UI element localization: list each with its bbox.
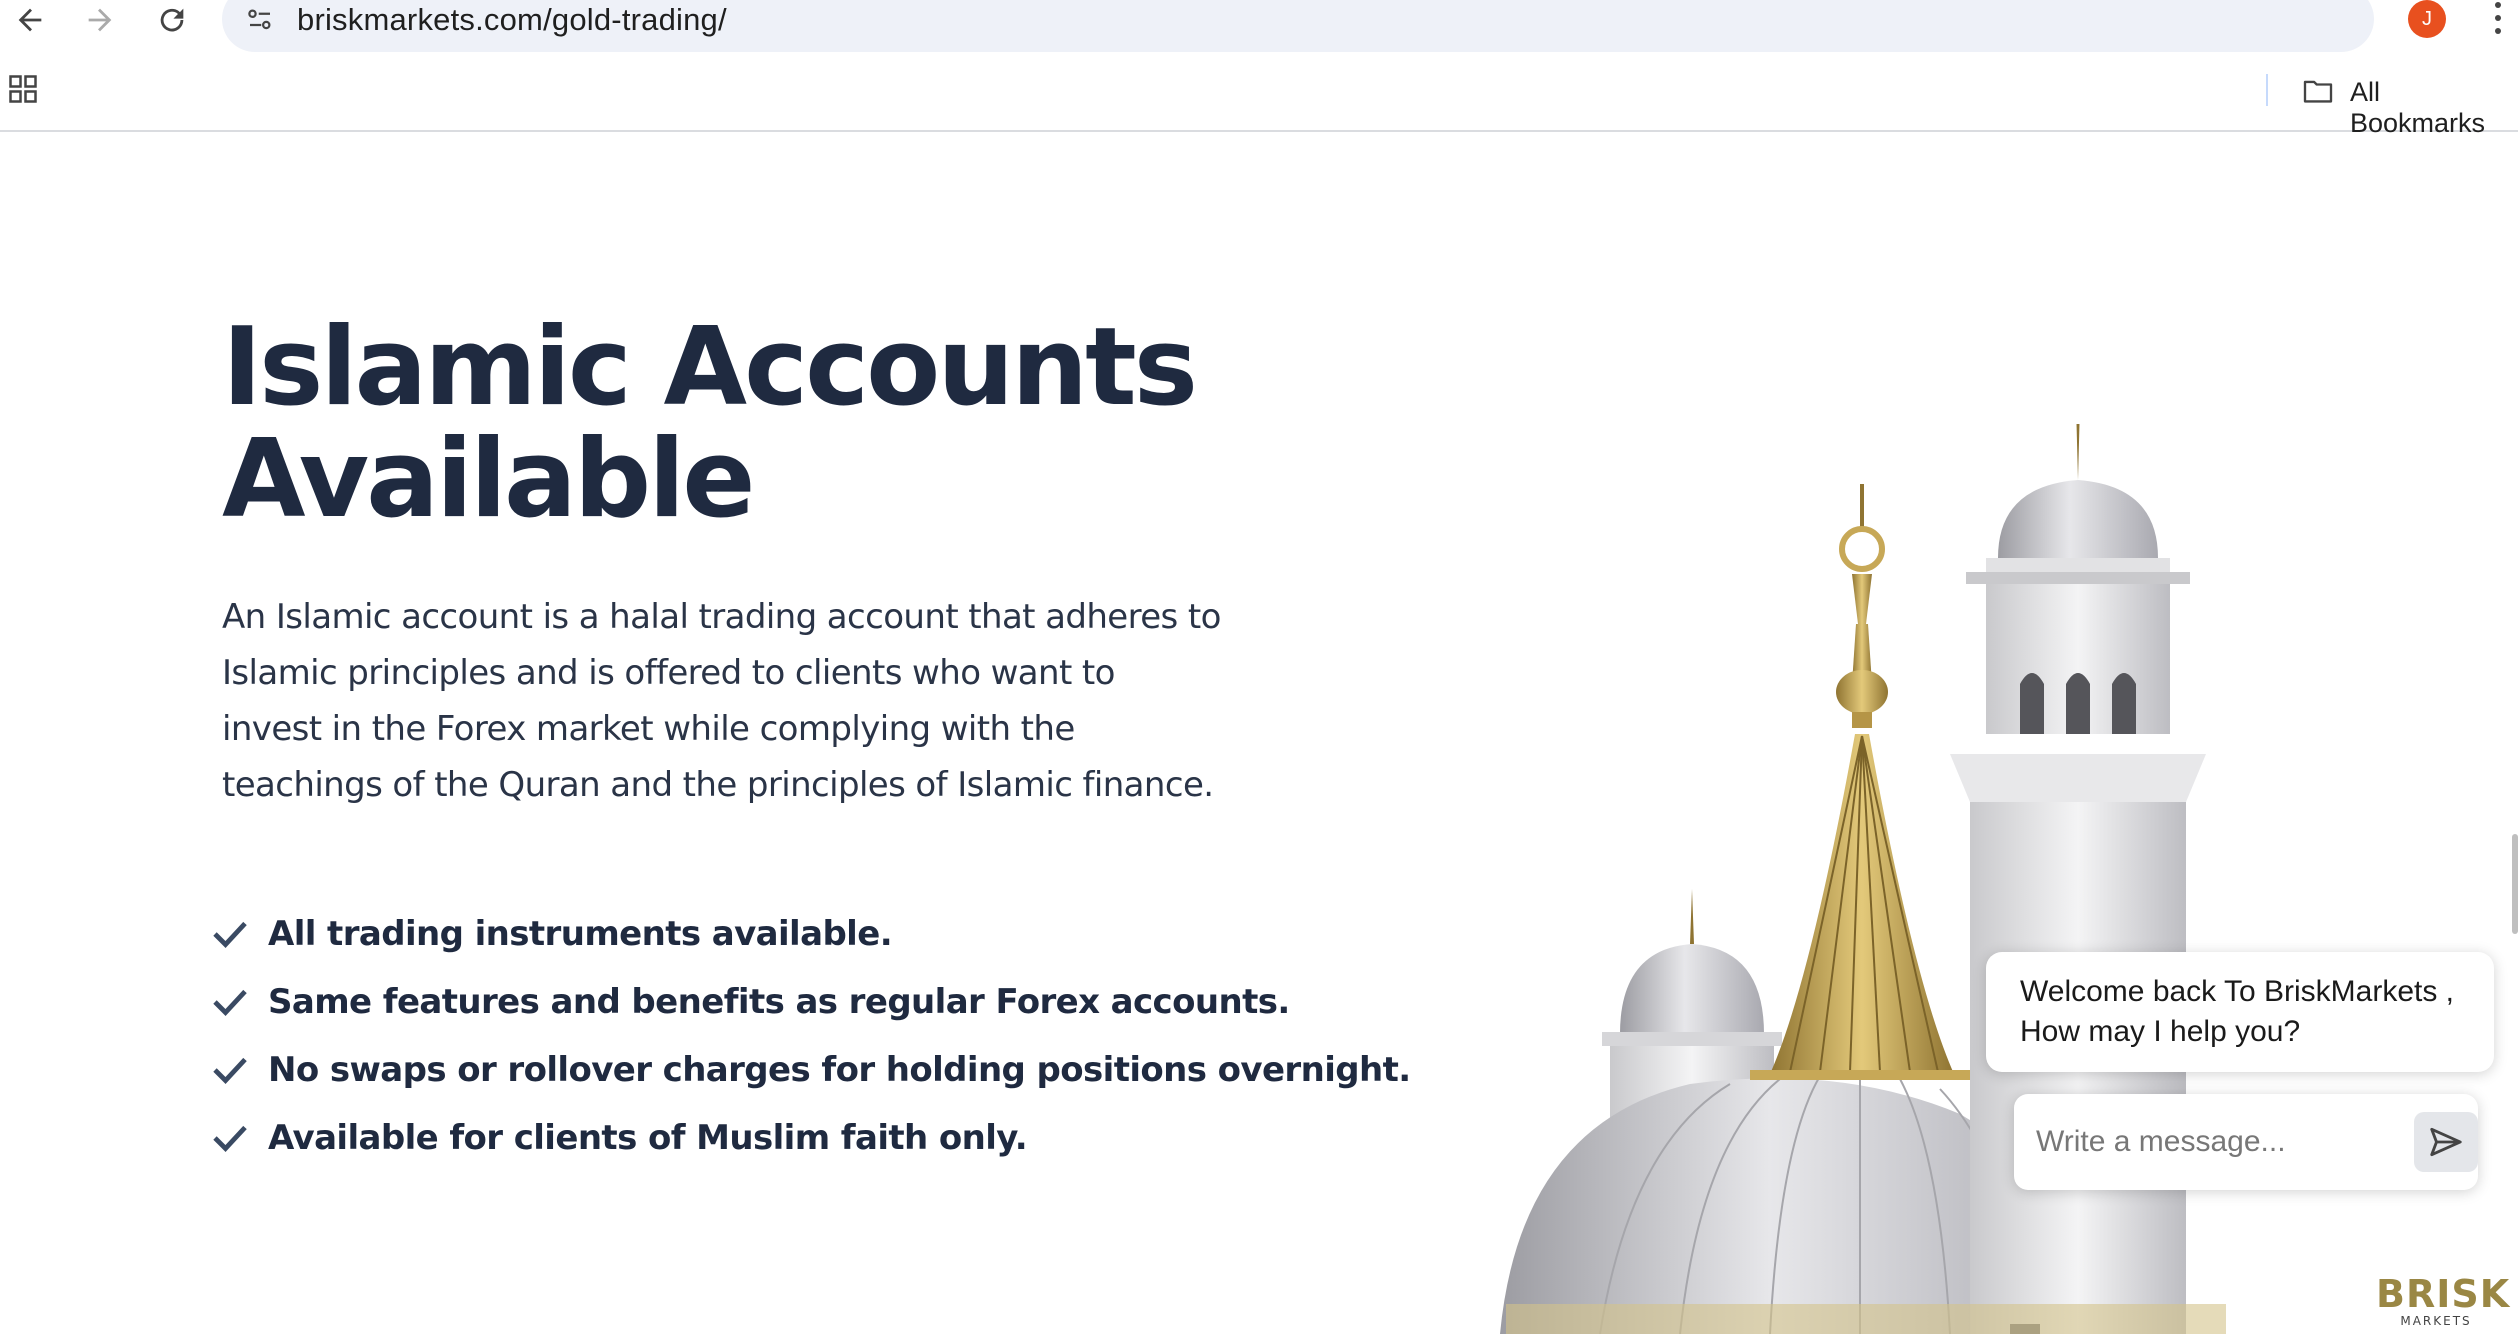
send-icon: [2430, 1127, 2462, 1157]
check-icon: [213, 1057, 247, 1084]
forward-arrow-icon: [88, 8, 112, 32]
feature-text: Available for clients of Muslim faith on…: [268, 1118, 1028, 1158]
bookmarks-divider: [2266, 74, 2268, 106]
feature-text: Same features and benefits as regular Fo…: [268, 982, 1290, 1022]
feature-text: All trading instruments available.: [268, 914, 893, 954]
logo-wordmark: BRISK: [2376, 1272, 2511, 1316]
browser-menu-icon[interactable]: [2488, 0, 2508, 40]
chat-welcome-line-1: Welcome back To BriskMarkets ,: [2020, 975, 2455, 1008]
bookmarks-bar: All Bookmarks: [0, 72, 2518, 138]
chat-welcome-bubble: Welcome back To BriskMarkets , How may I…: [1986, 952, 2494, 1072]
reload-icon: [160, 8, 184, 32]
page-title: Islamic Accounts Available: [222, 312, 1222, 536]
browser-toolbar: briskmarkets.com/gold-trading/ J: [0, 0, 2518, 72]
features-list: All trading instruments available. Same …: [212, 900, 1411, 1172]
title-line-1: Islamic Accounts: [222, 305, 1198, 430]
profile-avatar[interactable]: J: [2408, 0, 2446, 38]
apps-grid-icon[interactable]: [8, 74, 38, 104]
feature-text: No swaps or rollover charges for holding…: [268, 1050, 1411, 1090]
mosque-illustration: [1500, 424, 2226, 1334]
back-arrow-icon: [18, 8, 42, 32]
reload-button[interactable]: [142, 0, 202, 40]
all-bookmarks-link[interactable]: All Bookmarks: [2350, 77, 2518, 139]
brisk-markets-logo[interactable]: BRISK MARKETS: [2376, 1272, 2511, 1330]
forward-button[interactable]: [70, 0, 130, 40]
check-icon: [213, 989, 247, 1016]
intro-paragraph: An Islamic account is a halal trading ac…: [222, 597, 1221, 805]
feature-item: Same features and benefits as regular Fo…: [212, 968, 1411, 1036]
chat-input-box: [2014, 1094, 2478, 1190]
address-bar[interactable]: briskmarkets.com/gold-trading/: [222, 0, 2374, 52]
chat-welcome-line-2: How may I help you?: [2020, 1015, 2301, 1048]
site-settings-icon[interactable]: [240, 0, 280, 40]
page-content: Islamic Accounts Available An Islamic ac…: [0, 134, 2518, 1334]
feature-item: Available for clients of Muslim faith on…: [212, 1104, 1411, 1172]
logo-subtitle: MARKETS: [2400, 1314, 2472, 1328]
check-icon: [213, 1125, 247, 1152]
chat-message-input[interactable]: [2036, 1116, 2376, 1168]
scrollbar-thumb[interactable]: [2512, 834, 2518, 934]
chat-send-button[interactable]: [2414, 1112, 2478, 1172]
title-line-2: Available: [222, 417, 756, 542]
folder-icon[interactable]: [2302, 78, 2334, 104]
feature-item: No swaps or rollover charges for holding…: [212, 1036, 1411, 1104]
feature-item: All trading instruments available.: [212, 900, 1411, 968]
url-text[interactable]: briskmarkets.com/gold-trading/: [297, 2, 727, 38]
back-button[interactable]: [0, 0, 60, 40]
check-icon: [213, 921, 247, 948]
